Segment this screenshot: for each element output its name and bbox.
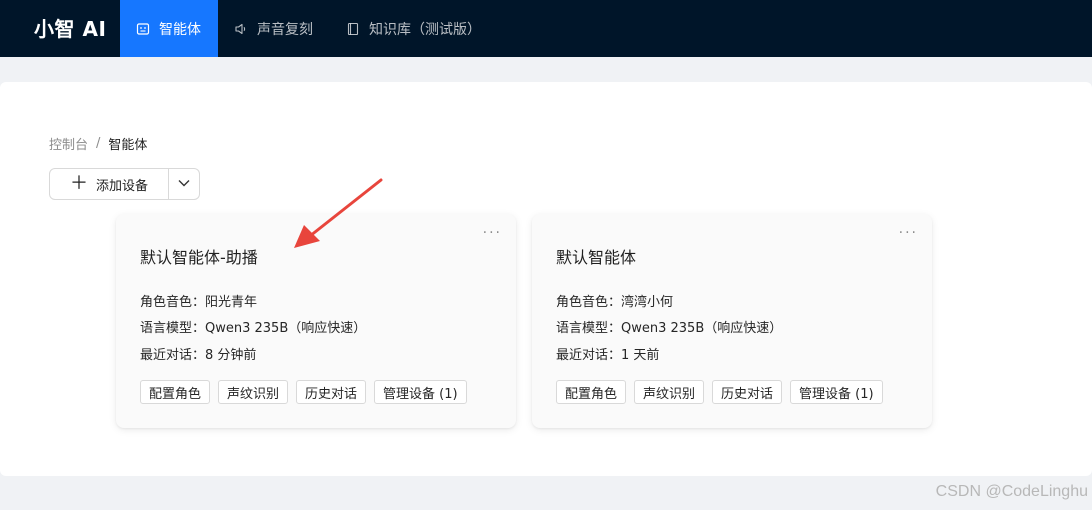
agent-card: ··· 默认智能体 角色音色：湾湾小何 语言模型：Qwen3 235B（响应快速… [532,214,932,428]
app-logo[interactable]: 小智 AI [34,13,106,42]
chat-history-button[interactable]: 历史对话 [296,380,367,404]
more-options-icon[interactable]: ··· [899,226,918,240]
plus-icon: ＋ [69,173,88,194]
agent-language-model: 语言模型：Qwen3 235B（响应快速） [140,321,367,336]
agent-role-voice: 角色音色：湾湾小何 [556,295,674,310]
manage-devices-button[interactable]: 管理设备 (1) [374,380,467,404]
voiceprint-button[interactable]: 声纹识别 [218,380,289,404]
breadcrumb-root[interactable]: 控制台 [49,134,88,153]
nav-item-voice-clone[interactable]: 声音复刻 [234,0,313,57]
more-options-icon[interactable]: ··· [483,226,502,240]
add-device-button[interactable]: ＋ 添加设备 [49,168,169,200]
agent-name: 默认智能体-助播 [140,248,258,267]
agent-language-model: 语言模型：Qwen3 235B（响应快速） [556,321,783,336]
voiceprint-button[interactable]: 声纹识别 [634,380,705,404]
breadcrumb: 控制台 / 智能体 [49,134,147,153]
configure-role-button[interactable]: 配置角色 [556,380,627,404]
breadcrumb-current: 智能体 [108,138,148,153]
manage-devices-button[interactable]: 管理设备 (1) [790,380,883,404]
nav-item-knowledge-base[interactable]: 知识库（测试版） [346,0,481,57]
watermark: CSDN @CodeLinghu [935,483,1088,500]
agent-role-voice: 角色音色：阳光青年 [140,295,258,310]
agent-last-chat: 最近对话：8 分钟前 [140,348,257,363]
agent-actions: 配置角色 声纹识别 历史对话 管理设备 (1) [140,380,475,404]
nav-label: 智能体 [159,21,201,38]
add-device-dropdown-button[interactable] [169,168,200,200]
breadcrumb-separator: / [96,136,101,151]
agent-last-chat: 最近对话：1 天前 [556,348,660,363]
chat-history-button[interactable]: 历史对话 [712,380,783,404]
nav-label: 知识库（测试版） [369,21,481,38]
add-device-label: 添加设备 [95,178,148,194]
top-navbar: 小智 AI 智能体 声音复刻 知识库（测试版） [0,0,1092,57]
robot-icon [136,22,150,36]
annotation-arrow-icon [294,178,383,248]
book-icon [346,22,360,36]
speaker-icon [234,22,248,36]
configure-role-button[interactable]: 配置角色 [140,380,211,404]
agent-name: 默认智能体 [556,248,637,267]
nav-label: 声音复刻 [257,21,313,38]
chevron-down-icon [177,175,191,194]
agent-actions: 配置角色 声纹识别 历史对话 管理设备 (1) [556,380,891,404]
nav-item-agents[interactable]: 智能体 [120,0,218,57]
add-device-split-button: ＋ 添加设备 [49,168,200,200]
